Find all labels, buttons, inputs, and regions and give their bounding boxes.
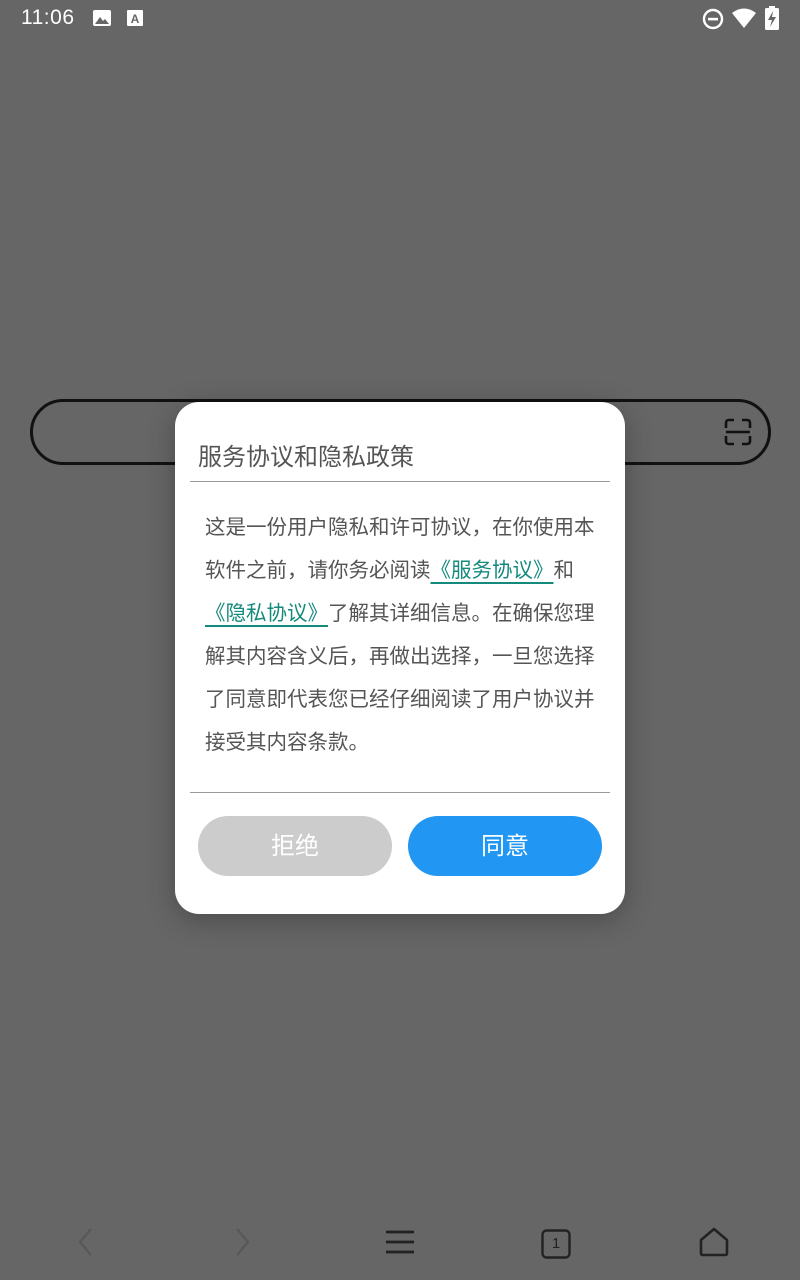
service-agreement-link[interactable]: 《服务协议》 [431, 558, 554, 582]
title-divider [190, 481, 610, 482]
button-divider [190, 792, 610, 793]
menu-icon [385, 1229, 415, 1259]
wifi-icon [731, 7, 757, 29]
status-bar: 11:06 A [0, 0, 800, 38]
dialog-body: 这是一份用户隐私和许可协议，在你使用本软件之前，请你务必阅读《服务协议》和 《隐… [205, 506, 597, 764]
bottom-nav: 1 [0, 1206, 800, 1280]
scan-icon[interactable] [724, 418, 752, 450]
privacy-dialog: 服务协议和隐私政策 这是一份用户隐私和许可协议，在你使用本软件之前，请你务必阅读… [175, 402, 625, 914]
forward-icon [232, 1226, 252, 1262]
status-time: 11:06 [21, 6, 75, 29]
svg-text:A: A [131, 12, 140, 26]
tab-count: 1 [551, 1235, 561, 1252]
tabs-button[interactable]: 1 [534, 1224, 578, 1264]
home-button[interactable] [692, 1224, 736, 1264]
dialog-title: 服务协议和隐私政策 [198, 443, 414, 471]
body-text-part2: 和 [553, 558, 575, 582]
do-not-disturb-icon [702, 8, 724, 30]
forward-button[interactable] [220, 1224, 264, 1264]
battery-charging-icon [765, 6, 779, 30]
menu-button[interactable] [378, 1224, 422, 1264]
font-a-icon: A [126, 8, 144, 28]
home-icon [698, 1226, 730, 1262]
agree-button[interactable]: 同意 [408, 816, 602, 876]
back-button[interactable] [64, 1224, 108, 1264]
screen: 11:06 A 服务协议和隐私政策 这是一份用户隐私和许可协议，在你使用本软件之… [0, 0, 800, 1280]
privacy-agreement-link[interactable]: 《隐私协议》 [205, 601, 328, 625]
reject-button[interactable]: 拒绝 [198, 816, 392, 876]
image-icon [92, 8, 112, 28]
back-icon [76, 1226, 96, 1262]
tabs-icon: 1 [541, 1229, 571, 1259]
